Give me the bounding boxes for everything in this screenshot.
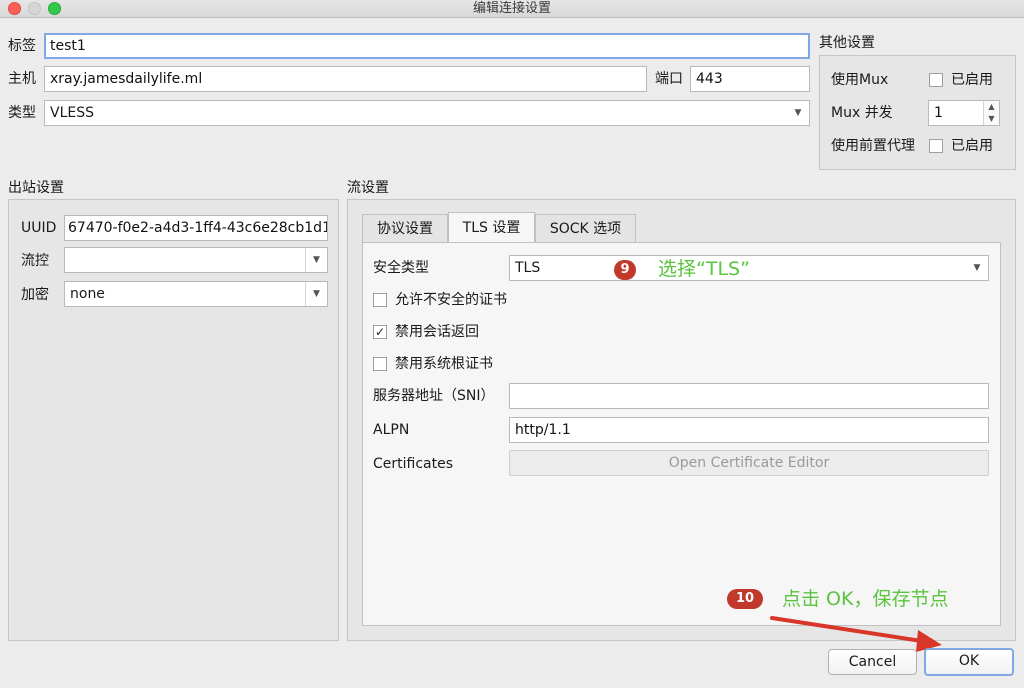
type-select[interactable]: VLESS ▼ (44, 100, 810, 126)
ok-button[interactable]: OK (924, 648, 1014, 676)
encryption-label: 加密 (21, 287, 49, 303)
outbound-settings-title: 出站设置 (8, 180, 64, 196)
flow-label: 流控 (21, 253, 49, 269)
type-label: 类型 (8, 105, 36, 121)
type-select-value: VLESS (50, 105, 94, 121)
mux-checkbox-label: 已启用 (951, 72, 993, 88)
security-type-value: TLS (515, 260, 541, 276)
port-input[interactable]: 443 (690, 66, 810, 92)
tab-sock[interactable]: SOCK 选项 (535, 214, 636, 242)
cancel-button[interactable]: Cancel (828, 649, 917, 675)
stepper-arrows-icon[interactable]: ▲ ▼ (983, 101, 999, 125)
port-label: 端口 (655, 71, 683, 87)
front-proxy-checkbox-label: 已启用 (951, 138, 993, 154)
chevron-down-icon: ▼ (794, 108, 802, 118)
step-10-annotation: 点击 OK，保存节点 (782, 588, 949, 610)
sni-input[interactable] (509, 383, 989, 409)
tag-label: 标签 (8, 38, 36, 54)
checkbox-checked-icon: ✓ (373, 325, 387, 339)
alpn-label: ALPN (373, 422, 410, 438)
step-9-badge: 9 (614, 260, 636, 280)
tls-tab-pane: 安全类型 TLS ▼ 允许不安全的证书 ✓ 禁用会话返回 禁用系统根证书 服务器… (362, 242, 1001, 626)
flow-select[interactable]: ▼ (64, 247, 328, 273)
encryption-select[interactable]: none ▼ (64, 281, 328, 307)
allow-insecure-checkbox[interactable]: 允许不安全的证书 (373, 290, 507, 310)
mux-concurrency-spinbox[interactable]: 1 ▲ ▼ (928, 100, 1000, 126)
host-label: 主机 (8, 71, 36, 87)
tab-protocol[interactable]: 协议设置 (362, 214, 448, 242)
chevron-down-icon: ▼ (305, 282, 327, 306)
security-type-label: 安全类型 (373, 260, 429, 276)
disable-session-resumption-label: 禁用会话返回 (395, 324, 479, 340)
chevron-down-icon: ▼ (305, 248, 327, 272)
mux-checkbox[interactable]: 已启用 (929, 70, 993, 90)
checkbox-unchecked-icon (929, 139, 943, 153)
encryption-select-value: none (70, 286, 105, 302)
other-settings-group: 使用Mux 已启用 Mux 并发 1 ▲ ▼ 使用前置代理 已启用 (819, 55, 1016, 170)
mux-label: 使用Mux (831, 72, 889, 88)
tag-input[interactable]: test1 (44, 33, 810, 59)
stream-settings-title: 流设置 (347, 180, 389, 196)
disable-system-root-checkbox[interactable]: 禁用系统根证书 (373, 354, 493, 374)
uuid-input[interactable]: 67470-f0e2-a4d3-1ff4-43c6e28cb1d1 (64, 215, 328, 241)
checkbox-unchecked-icon (373, 293, 387, 307)
other-settings-title: 其他设置 (819, 35, 875, 51)
front-proxy-checkbox[interactable]: 已启用 (929, 136, 993, 156)
checkbox-unchecked-icon (373, 357, 387, 371)
outbound-settings-group: UUID 67470-f0e2-a4d3-1ff4-43c6e28cb1d1 流… (8, 199, 339, 641)
disable-system-root-label: 禁用系统根证书 (395, 356, 493, 372)
certificates-label: Certificates (373, 456, 454, 472)
alpn-input[interactable]: http/1.1 (509, 417, 989, 443)
step-9-annotation: 选择“TLS” (658, 258, 750, 280)
checkbox-unchecked-icon (929, 73, 943, 87)
mux-concurrency-label: Mux 并发 (831, 105, 893, 121)
mux-concurrency-value: 1 (934, 105, 943, 121)
front-proxy-label: 使用前置代理 (831, 138, 915, 154)
chevron-down-icon: ▼ (973, 263, 981, 273)
window-title: 编辑连接设置 (472, 1, 551, 16)
step-10-badge: 10 (727, 589, 763, 609)
host-input[interactable]: xray.jamesdailylife.ml (44, 66, 647, 92)
disable-session-resumption-checkbox[interactable]: ✓ 禁用会话返回 (373, 322, 479, 342)
uuid-label: UUID (21, 220, 57, 236)
title-bar: 编辑连接设置 (0, 0, 1024, 18)
tab-tls[interactable]: TLS 设置 (448, 212, 535, 242)
open-certificate-editor-button[interactable]: Open Certificate Editor (509, 450, 989, 476)
allow-insecure-label: 允许不安全的证书 (395, 292, 507, 308)
sni-label: 服务器地址（SNI） (373, 388, 495, 404)
